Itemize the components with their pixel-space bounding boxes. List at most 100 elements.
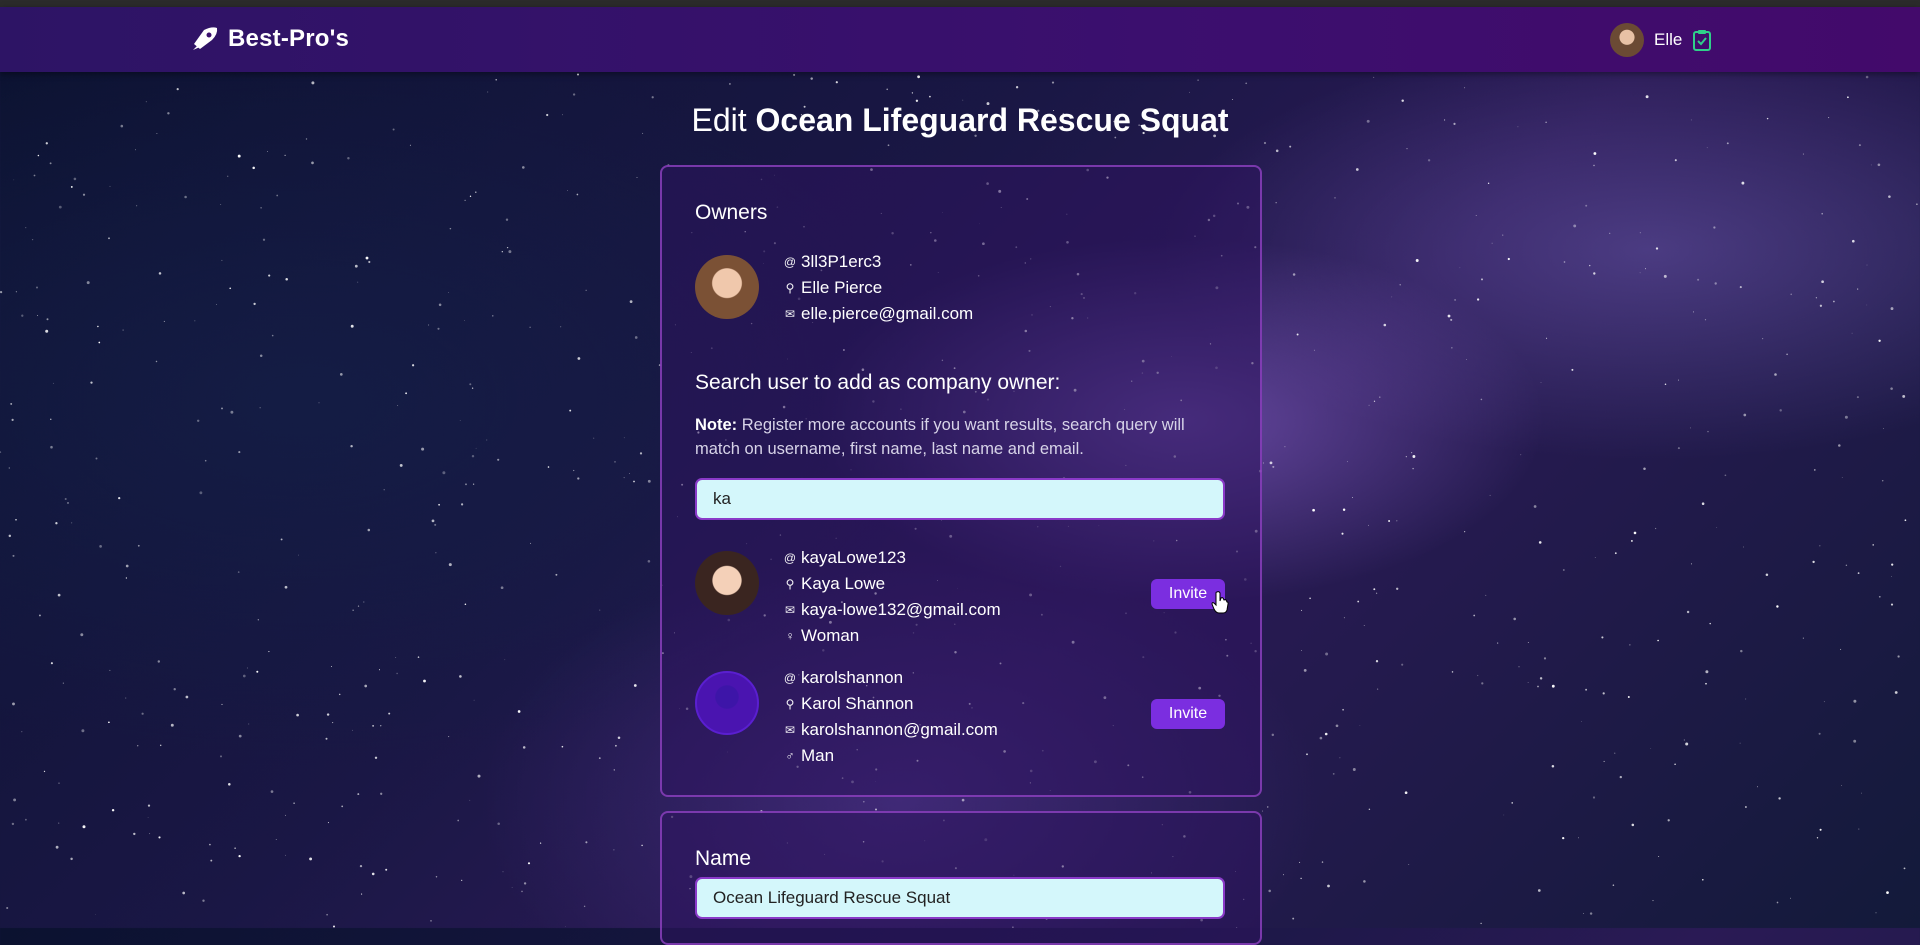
star bbox=[1865, 75, 1869, 79]
star bbox=[158, 836, 161, 839]
star bbox=[469, 799, 471, 801]
star bbox=[347, 157, 350, 160]
star bbox=[1633, 531, 1637, 535]
result-name-line: ⚲ Karol Shannon bbox=[783, 691, 998, 717]
star bbox=[1690, 563, 1692, 565]
star bbox=[108, 721, 110, 724]
star bbox=[911, 92, 914, 94]
star bbox=[448, 292, 450, 294]
star bbox=[1342, 708, 1344, 711]
star bbox=[111, 808, 115, 812]
star bbox=[1881, 479, 1884, 482]
star bbox=[633, 480, 635, 483]
star bbox=[1739, 286, 1742, 289]
star bbox=[1368, 808, 1371, 811]
star bbox=[73, 177, 77, 181]
star bbox=[327, 822, 329, 824]
star bbox=[1689, 427, 1692, 429]
star bbox=[309, 857, 313, 861]
clipboard-check-icon[interactable] bbox=[1692, 29, 1712, 51]
star bbox=[46, 318, 49, 321]
result-email-line: ✉ kaya-lowe132@gmail.com bbox=[783, 597, 1001, 623]
star bbox=[90, 381, 93, 384]
result-email: kaya-lowe132@gmail.com bbox=[801, 600, 1001, 619]
star bbox=[285, 814, 287, 816]
star bbox=[1815, 297, 1818, 299]
user-menu[interactable]: Elle bbox=[1610, 23, 1712, 57]
star bbox=[1464, 87, 1466, 89]
star bbox=[259, 407, 261, 409]
star bbox=[43, 770, 46, 773]
star bbox=[517, 710, 521, 713]
star bbox=[1231, 99, 1233, 101]
star bbox=[6, 906, 9, 910]
star bbox=[354, 264, 358, 268]
star bbox=[8, 467, 10, 469]
invite-button[interactable]: Invite bbox=[1151, 699, 1225, 729]
star bbox=[58, 205, 62, 209]
star bbox=[1851, 239, 1855, 243]
search-input[interactable] bbox=[695, 478, 1225, 520]
star bbox=[1704, 319, 1707, 321]
star bbox=[1404, 791, 1408, 795]
star bbox=[521, 890, 523, 893]
star bbox=[1375, 660, 1379, 663]
star bbox=[1464, 531, 1466, 533]
owner-email-line: ✉ elle.pierce@gmail.com bbox=[783, 301, 973, 327]
star bbox=[11, 418, 14, 421]
name-input[interactable] bbox=[695, 877, 1225, 919]
owners-title: Owners bbox=[695, 201, 768, 224]
star bbox=[0, 290, 3, 294]
star bbox=[31, 238, 34, 241]
star bbox=[157, 660, 161, 663]
star bbox=[793, 73, 796, 76]
star bbox=[1655, 247, 1659, 250]
star bbox=[37, 154, 40, 157]
star bbox=[341, 805, 344, 808]
star bbox=[599, 609, 601, 611]
star bbox=[862, 800, 865, 803]
star bbox=[359, 864, 363, 868]
star bbox=[438, 503, 440, 506]
brand-link[interactable]: Best-Pro's bbox=[190, 24, 349, 54]
star bbox=[1312, 508, 1315, 512]
star bbox=[1630, 539, 1633, 542]
star bbox=[1511, 802, 1513, 804]
star bbox=[634, 336, 638, 339]
star bbox=[1538, 541, 1542, 544]
star bbox=[567, 190, 568, 191]
star bbox=[57, 593, 61, 597]
star bbox=[495, 79, 497, 81]
result-username-line: @ kayaLowe123 bbox=[783, 545, 1001, 571]
star bbox=[58, 822, 60, 824]
star bbox=[70, 857, 73, 861]
star bbox=[1415, 259, 1419, 262]
star bbox=[1593, 272, 1596, 275]
star bbox=[1779, 409, 1782, 412]
person-icon: ⚲ bbox=[785, 281, 795, 295]
star bbox=[1388, 520, 1391, 522]
star bbox=[1614, 752, 1616, 754]
star bbox=[268, 651, 270, 653]
user-avatar[interactable] bbox=[1610, 23, 1644, 57]
star bbox=[209, 843, 211, 846]
star bbox=[25, 227, 27, 229]
star bbox=[530, 542, 532, 544]
star bbox=[585, 841, 588, 844]
star bbox=[147, 817, 149, 818]
star bbox=[434, 523, 437, 526]
female-icon: ♀ bbox=[785, 629, 795, 643]
result-gender-line: ♂ Man bbox=[783, 743, 998, 769]
star bbox=[617, 736, 621, 740]
name-card: Name bbox=[660, 811, 1262, 945]
user-name[interactable]: Elle bbox=[1654, 30, 1682, 50]
star bbox=[505, 218, 509, 221]
star bbox=[629, 473, 630, 474]
star bbox=[1857, 288, 1859, 290]
star bbox=[1890, 576, 1892, 578]
result-gender: Woman bbox=[801, 626, 860, 645]
star bbox=[449, 227, 452, 230]
star bbox=[1450, 318, 1453, 321]
star bbox=[1546, 337, 1548, 339]
star bbox=[1890, 603, 1894, 606]
